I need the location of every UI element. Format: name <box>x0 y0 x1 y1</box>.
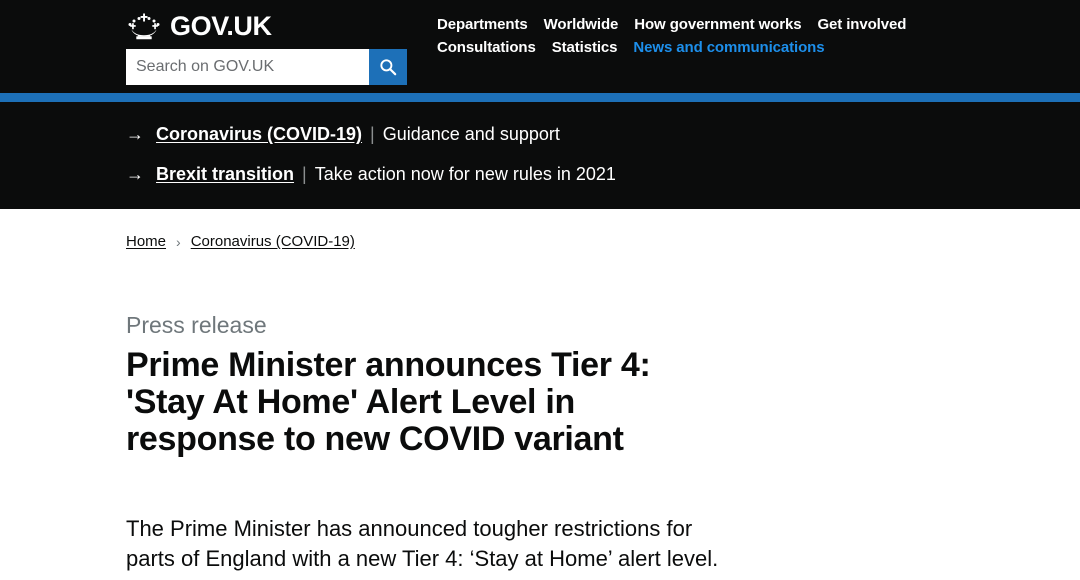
primary-navigation: Departments Worldwide How government wor… <box>437 10 917 62</box>
arrow-right-icon: → <box>126 124 144 144</box>
crown-icon <box>128 13 160 39</box>
main-content: Home › Coronavirus (COVID-19) Press rele… <box>0 209 1080 574</box>
nav-item-get-involved[interactable]: Get involved <box>817 16 906 33</box>
search-bar <box>126 49 407 85</box>
banner-description-coronavirus: Guidance and support <box>382 124 560 144</box>
breadcrumb-item-coronavirus[interactable]: Coronavirus (COVID-19) <box>191 233 355 250</box>
lead-paragraph: The Prime Minister has announced tougher… <box>126 515 719 571</box>
banner-separator: | <box>302 164 307 184</box>
gov-uk-page: GOV.UK Departments Worldwide <box>0 0 1080 580</box>
document-type-label: Press release <box>126 312 267 338</box>
global-notice-banner: → Coronavirus (COVID-19) | Guidance and … <box>0 102 1080 209</box>
nav-row-1: Departments Worldwide How government wor… <box>437 16 917 33</box>
nav-item-news-and-communications[interactable]: News and communications <box>633 39 824 56</box>
brand-and-search: GOV.UK <box>126 10 407 85</box>
page-title: Prime Minister announces Tier 4: 'Stay A… <box>126 345 651 459</box>
banner-link-brexit[interactable]: Brexit transition <box>156 164 294 185</box>
banner-item-brexit: → Brexit transition | Take action now fo… <box>126 164 1080 185</box>
header-accent-bar <box>0 93 1080 102</box>
banner-item-coronavirus: → Coronavirus (COVID-19) | Guidance and … <box>126 124 1080 145</box>
search-input[interactable] <box>126 49 369 85</box>
gov-uk-logo-link[interactable]: GOV.UK <box>126 10 407 42</box>
nav-row-2: Consultations Statistics News and commun… <box>437 39 917 56</box>
gov-uk-wordmark: GOV.UK <box>170 10 272 41</box>
header-inner: GOV.UK Departments Worldwide <box>0 0 1080 93</box>
breadcrumb: Home › Coronavirus (COVID-19) <box>126 233 1080 250</box>
nav-item-statistics[interactable]: Statistics <box>552 39 618 56</box>
chevron-right-icon: › <box>176 233 181 250</box>
banner-link-coronavirus[interactable]: Coronavirus (COVID-19) <box>156 124 362 145</box>
nav-item-departments[interactable]: Departments <box>437 16 528 33</box>
nav-item-worldwide[interactable]: Worldwide <box>544 16 619 33</box>
nav-item-how-government-works[interactable]: How government works <box>634 16 801 33</box>
banner-separator: | <box>370 124 375 144</box>
site-header: GOV.UK Departments Worldwide <box>0 0 1080 93</box>
search-button[interactable] <box>369 49 407 85</box>
breadcrumb-item-home[interactable]: Home <box>126 233 166 250</box>
banner-description-brexit: Take action now for new rules in 2021 <box>314 164 616 184</box>
search-icon <box>380 59 397 76</box>
arrow-right-icon: → <box>126 164 144 184</box>
nav-item-consultations[interactable]: Consultations <box>437 39 536 56</box>
